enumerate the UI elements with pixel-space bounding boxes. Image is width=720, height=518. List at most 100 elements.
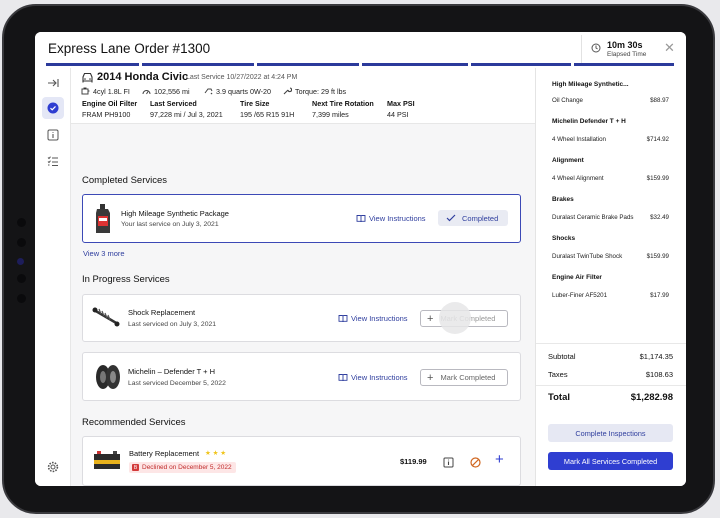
summary-item: 4 Wheel Installation: [552, 136, 606, 143]
camera-dot: [17, 274, 26, 283]
oil-icon: [204, 88, 213, 95]
progress-segment: [257, 63, 359, 66]
spec-label: Tire Size: [240, 99, 270, 108]
shock-absorber-icon: [92, 307, 120, 327]
spec-value: 7,399 miles: [312, 110, 349, 119]
service-price: $119.99: [400, 457, 427, 466]
nav-services[interactable]: [42, 97, 64, 119]
info-icon: [443, 457, 454, 468]
summary-group-title: High Mileage Synthetic...: [552, 81, 629, 88]
camera-dot: [17, 238, 26, 247]
decline-button[interactable]: [470, 455, 481, 473]
sensor-dot: [17, 258, 24, 265]
view-more-link[interactable]: View 3 more: [83, 249, 125, 258]
subtotal-label: Subtotal: [548, 352, 576, 361]
car-icon: [82, 72, 93, 83]
spec-label: Last Serviced: [150, 99, 197, 108]
mark-all-completed-button[interactable]: Mark All Services Completed: [548, 452, 673, 470]
in-progress-card: Michelin – Defender T + H Last serviced …: [82, 352, 521, 401]
progress-segment: [362, 63, 468, 66]
service-name: Michelin – Defender T + H: [128, 367, 216, 376]
view-instructions-link[interactable]: View Instructions: [356, 214, 426, 223]
vehicle-engine: 4cyl 1.8L FI: [93, 87, 130, 96]
camera-dot: [17, 294, 26, 303]
declined-icon: B: [132, 464, 139, 471]
check-circle-icon: [47, 102, 59, 114]
spec-label: Engine Oil Filter: [82, 99, 138, 108]
service-last: Your last service on July 3, 2021: [121, 221, 219, 228]
vehicle-panel: 2014 Honda Civic Last Service 10/27/2022…: [71, 68, 535, 124]
camera-dot: [17, 218, 26, 227]
timer-value: 10m 30s: [607, 40, 643, 50]
subtotal-value: $1,174.35: [639, 352, 673, 361]
header: Express Lane Order #1300 10m 30s Elapsed…: [35, 32, 686, 66]
declined-label: Declined on December 5, 2022: [142, 464, 232, 471]
order-summary: High Mileage Synthetic... Oil Change $88.…: [535, 68, 686, 486]
timer-label: Elapsed Time: [607, 51, 647, 58]
completed-label: Completed: [462, 213, 499, 223]
elapsed-timer: 10m 30s Elapsed Time: [581, 35, 661, 63]
view-instructions-link[interactable]: View Instructions: [338, 314, 408, 323]
total-value: $1,282.98: [630, 392, 673, 403]
summary-item: Oil Change: [552, 97, 583, 104]
spec-value: FRAM PH9100: [82, 110, 131, 119]
complete-inspections-button[interactable]: Complete Inspections: [548, 424, 673, 442]
summary-group-title: Shocks: [552, 235, 576, 242]
service-name: Battery Replacement: [129, 449, 200, 458]
recommended-heading: Recommended Services: [82, 417, 186, 428]
view-instructions-label: View Instructions: [351, 373, 408, 382]
summary-price: $32.49: [650, 214, 669, 221]
divider: [536, 385, 686, 386]
book-icon: [338, 374, 348, 382]
wrench-icon: [283, 87, 292, 95]
nav-info[interactable]: [42, 124, 64, 146]
vehicle-name: 2014 Honda Civic: [97, 71, 189, 83]
view-instructions-label: View Instructions: [369, 214, 426, 223]
info-button[interactable]: [443, 455, 454, 473]
summary-price: $88.97: [650, 97, 669, 104]
subtotal-row: Subtotal $1,174.35: [548, 352, 673, 361]
taxes-label: Taxes: [548, 370, 568, 379]
vehicle-oil: 3.9 quarts 0W-20: [216, 87, 272, 96]
service-last: Last serviced on July 3, 2021: [128, 321, 217, 328]
summary-item: Duralast TwinTube Shock: [552, 253, 623, 260]
close-icon[interactable]: ✕: [664, 40, 675, 56]
service-name: High Mileage Synthetic Package: [121, 209, 229, 218]
summary-price: $17.99: [650, 292, 669, 299]
vehicle-mileage: 102,556 mi: [154, 87, 190, 96]
collapse-nav-button[interactable]: [42, 72, 64, 94]
summary-group-title: Michelin Defender T + H: [552, 118, 626, 125]
mark-completed-label: Mark Completed: [440, 373, 496, 382]
prohibited-icon: [470, 457, 481, 468]
view-instructions-link[interactable]: View Instructions: [338, 373, 408, 382]
nav-checklist[interactable]: [42, 150, 64, 172]
vehicle-last-service: Last Service 10/27/2022 at 4:24 PM: [186, 74, 298, 81]
check-icon: [446, 214, 456, 222]
book-icon: [338, 315, 348, 323]
checklist-icon: [47, 156, 58, 166]
spec-value: 195 /65 R15 91H: [240, 110, 295, 119]
taxes-row: Taxes $108.63: [548, 370, 673, 379]
total-label: Total: [548, 392, 570, 403]
oil-bottle-icon: [96, 204, 110, 233]
gear-icon: [47, 461, 59, 473]
summary-line: Duralast TwinTube Shock $159.99: [552, 253, 669, 260]
plus-icon: +: [427, 371, 434, 384]
summary-group-title: Brakes: [552, 196, 574, 203]
vehicle-torque: Torque: 29 ft lbs: [295, 87, 347, 96]
battery-icon: [94, 451, 120, 469]
summary-price: $159.99: [646, 253, 669, 260]
summary-group-title: Engine Air Filter: [552, 274, 602, 281]
rating-stars: ★ ★ ★: [205, 450, 227, 457]
add-service-button[interactable]: +: [495, 451, 504, 468]
in-progress-card: Shock Replacement Last serviced on July …: [82, 294, 521, 342]
service-name: Shock Replacement: [128, 308, 196, 317]
summary-price: $159.99: [646, 175, 669, 182]
spec-value: 44 PSI: [387, 110, 409, 119]
view-instructions-label: View Instructions: [351, 314, 408, 323]
nav-settings[interactable]: [42, 456, 64, 478]
completed-status: Completed: [438, 210, 508, 226]
book-icon: [356, 215, 366, 223]
spec-label: Next Tire Rotation: [312, 99, 374, 108]
mark-completed-button[interactable]: + Mark Completed: [420, 369, 508, 386]
